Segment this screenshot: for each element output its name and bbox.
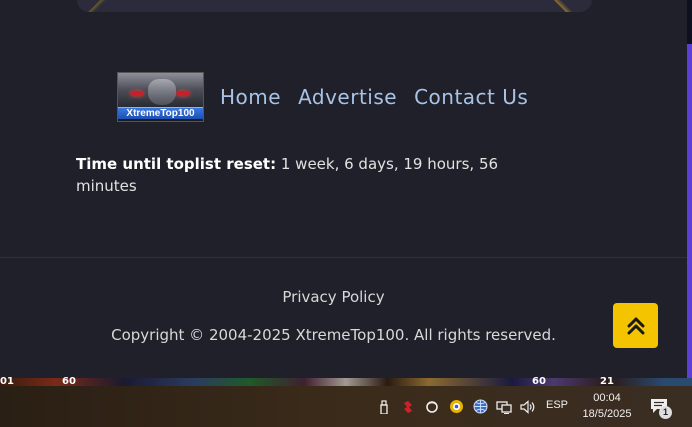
logo-text: XtremeTop100 [118,107,203,119]
windows-taskbar: ESP 00:04 18/5/2025 1 [0,386,692,427]
panel-decoration-right [542,0,582,12]
scroll-to-top-button[interactable] [613,303,658,348]
background-game-window: 01 60 60 21 [0,376,692,387]
nav-link-contact-us[interactable]: Contact Us [414,84,528,110]
nav-link-advertise[interactable]: Advertise [298,84,397,110]
logo-face-graphic [148,79,176,105]
yellow-app-icon[interactable] [448,399,464,415]
toplist-reset-countdown: Time until toplist reset: 1 week, 6 days… [76,153,546,197]
notification-center-button[interactable]: 1 [650,398,672,419]
privacy-policy-link[interactable]: Privacy Policy [0,288,667,306]
accent-sidebar [687,44,692,378]
clock-date: 18/5/2025 [582,408,632,420]
globe-icon[interactable] [472,399,488,415]
footer-divider [0,257,687,258]
scrollbar-track[interactable] [687,0,692,44]
site-logo[interactable]: XtremeTop100 [117,72,204,122]
clock-time: 00:04 [593,392,621,404]
red-app-icon[interactable] [400,399,416,415]
taskbar-clock[interactable]: 00:04 18/5/2025 [578,390,636,422]
system-tray [376,386,536,427]
volume-icon[interactable] [520,399,536,415]
footer-nav: Home Advertise Contact Us [220,84,528,110]
notification-count-badge: 1 [659,406,672,419]
top-content-panel [77,0,592,12]
network-monitor-icon[interactable] [496,399,512,415]
logo-eye-left [130,91,144,96]
panel-decoration-left [77,0,107,12]
circle-app-icon[interactable] [424,399,440,415]
reset-label: Time until toplist reset: [76,155,277,173]
double-chevron-up-icon [627,317,644,334]
input-language-indicator[interactable]: ESP [546,399,568,411]
nav-link-home[interactable]: Home [220,84,281,110]
usb-drive-icon[interactable] [376,399,392,415]
logo-eye-right [176,91,190,96]
copyright-text: Copyright © 2004-2025 XtremeTop100. All … [111,326,556,344]
